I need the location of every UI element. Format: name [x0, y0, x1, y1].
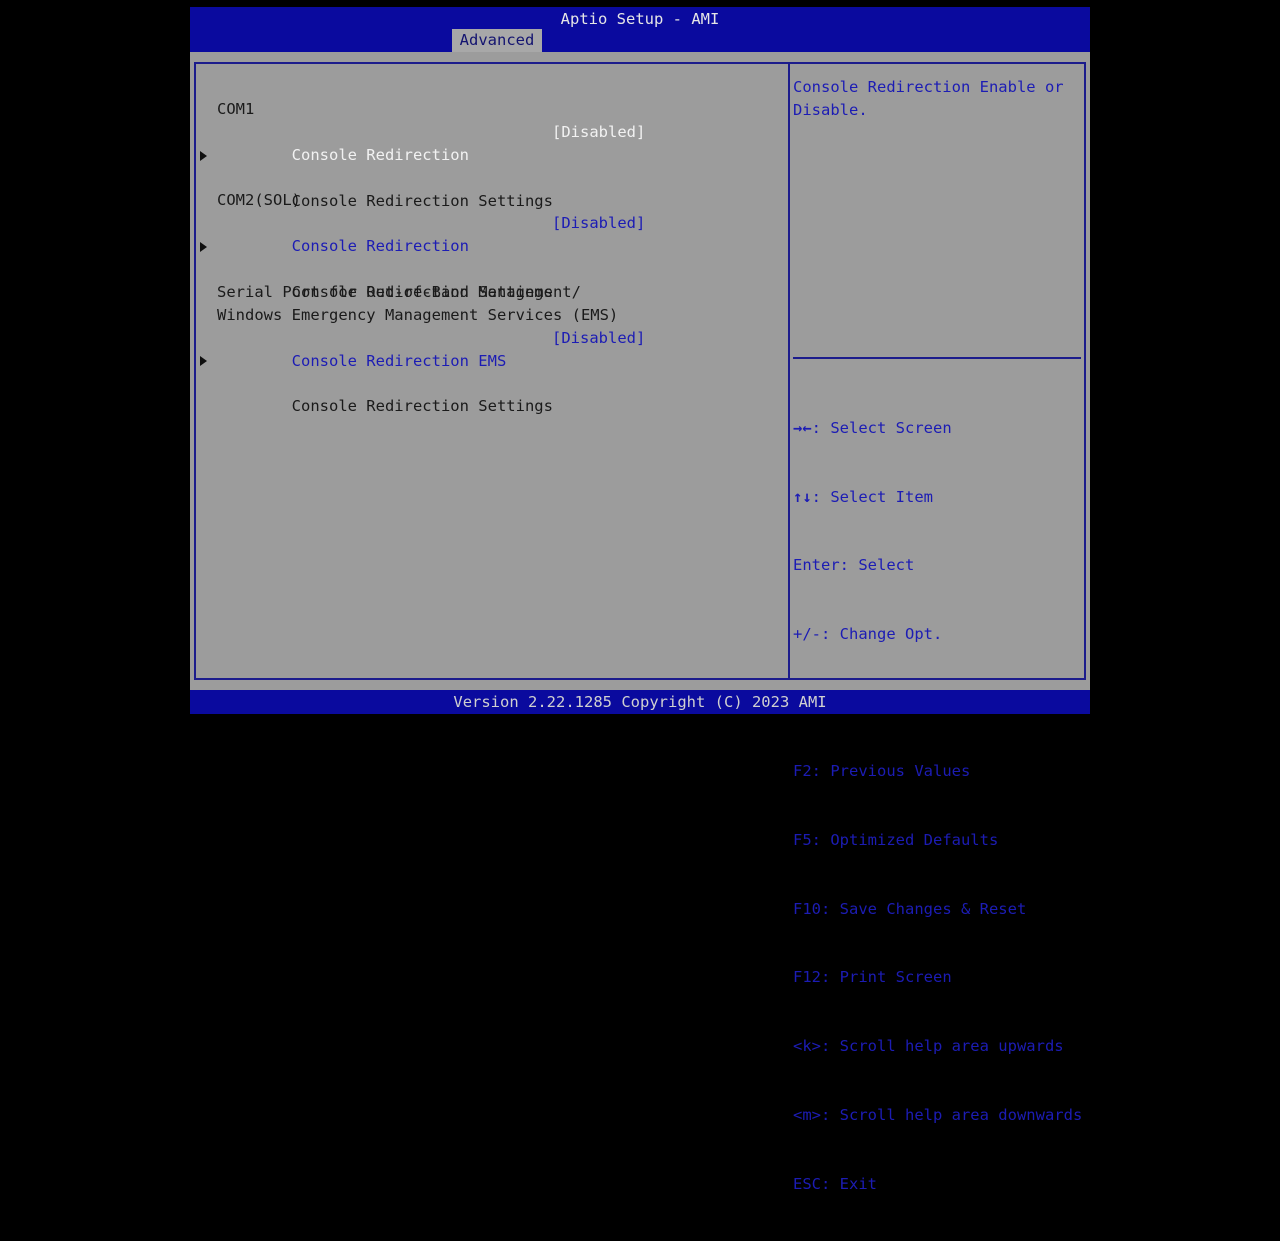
key-hint-change-opt: +/-: Change Opt.: [793, 624, 943, 643]
key-hint-select-item: ↑↓: Select Item: [793, 487, 933, 506]
key-hint-f10: F10: Save Changes & Reset: [793, 899, 1027, 918]
section-heading-ems: Windows Emergency Management Services (E…: [217, 306, 619, 324]
left-right-arrows-icon: →←: [793, 418, 812, 437]
bios-setup-screen: Aptio Setup - AMI Advanced COM1 Console …: [190, 7, 1090, 1193]
setting-com2-console-redirection[interactable]: Console Redirection [Disabled]: [217, 212, 646, 255]
up-down-arrows-icon: ↑↓: [793, 487, 812, 506]
key-hint-enter: Enter: Select: [793, 556, 915, 575]
setting-value[interactable]: [Disabled]: [552, 212, 645, 235]
key-hint-scroll-down: <m>: Scroll help area downwards: [793, 1105, 1083, 1124]
setting-com1-console-redirection[interactable]: Console Redirection [Disabled]: [217, 121, 646, 164]
submenu-arrow-icon: [200, 151, 207, 161]
key-hint-scroll-up: <k>: Scroll help area upwards: [793, 1037, 1064, 1056]
help-panel: Console Redirection Enable or Disable. →…: [790, 64, 1086, 1193]
submenu-label: Console Redirection Settings: [291, 397, 553, 415]
app-title: Aptio Setup - AMI: [560, 10, 720, 28]
key-hint-select-screen: →←: Select Screen: [793, 418, 952, 437]
key-hint-f12: F12: Print Screen: [793, 968, 952, 987]
submenu-ems-console-redirection-settings[interactable]: Console Redirection Settings: [200, 349, 553, 415]
submenu-arrow-icon: [200, 356, 207, 366]
setting-value[interactable]: [Disabled]: [552, 121, 645, 144]
key-hint-esc: ESC: Exit: [793, 1174, 877, 1193]
help-divider: [793, 357, 1081, 359]
footer-bar: Version 2.22.1285 Copyright (C) 2023 AMI: [190, 690, 1090, 714]
submenu-com1-console-redirection-settings[interactable]: Console Redirection Settings: [200, 144, 553, 210]
submenu-com2-console-redirection-settings[interactable]: Console Redirection Settings: [200, 235, 553, 301]
setting-value[interactable]: [Disabled]: [552, 327, 645, 350]
help-description: Console Redirection Enable or Disable.: [793, 78, 1064, 119]
section-heading-serial-port-oob: Serial Port for Out-of-Band Management/: [217, 283, 581, 301]
key-hint-f2: F2: Previous Values: [793, 762, 971, 781]
submenu-label: Console Redirection Settings: [291, 192, 553, 210]
version-copyright: Version 2.22.1285 Copyright (C) 2023 AMI: [453, 693, 827, 711]
main-frame: COM1 Console Redirection [Disabled] Cons…: [194, 62, 1086, 1193]
settings-panel: COM1 Console Redirection [Disabled] Cons…: [196, 64, 788, 678]
key-legend: →←: Select Screen ↑↓: Select Item Enter:…: [793, 371, 1082, 1241]
tab-advanced[interactable]: Advanced: [452, 29, 542, 52]
setting-console-redirection-ems[interactable]: Console Redirection EMS [Disabled]: [217, 327, 646, 370]
title-bar: Aptio Setup - AMI Advanced: [190, 7, 1090, 52]
section-heading-com1: COM1: [217, 100, 255, 118]
key-hint-f5: F5: Optimized Defaults: [793, 831, 999, 850]
section-heading-com2-sol: COM2(SOL): [217, 191, 301, 209]
submenu-arrow-icon: [200, 242, 207, 252]
